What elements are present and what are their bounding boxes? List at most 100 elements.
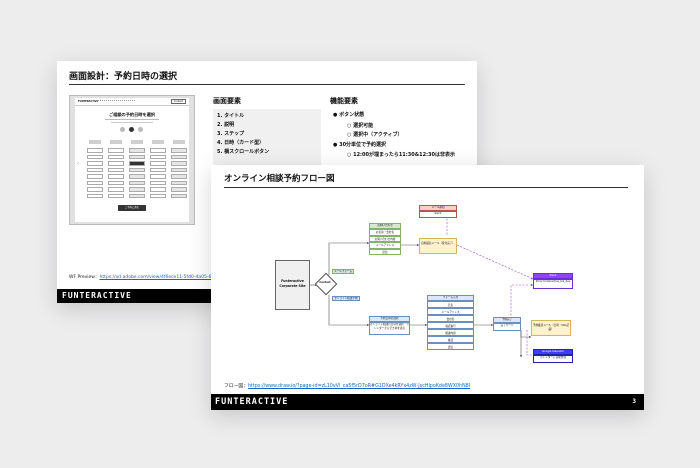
wf-time-slot bbox=[171, 187, 187, 192]
list-item: 5. 横スクロールボタン bbox=[217, 149, 270, 155]
wf-time-slot bbox=[108, 193, 124, 198]
wf-date-header bbox=[173, 140, 185, 144]
wf-time-slot bbox=[108, 154, 124, 159]
wf-time-slot bbox=[171, 167, 187, 172]
wf-time-slot bbox=[171, 148, 187, 153]
list-item: 3. ステップ bbox=[217, 131, 245, 137]
list-item: 2. 説明 bbox=[217, 122, 235, 128]
wf-time-slot bbox=[129, 148, 145, 153]
wf-step-icon bbox=[138, 127, 143, 132]
flow-list-item: 送信 bbox=[427, 343, 474, 350]
flow-list-item: メールアドレス bbox=[427, 308, 474, 315]
wf-time-slot bbox=[87, 174, 103, 179]
slide-title: 画面設計：予約日時の選択 bbox=[69, 72, 178, 82]
wf-time-slot bbox=[129, 174, 145, 179]
wf-time-slot bbox=[150, 161, 166, 166]
wf-time-slot bbox=[150, 154, 166, 159]
page-number: 3 bbox=[632, 398, 637, 405]
wf-time-slot bbox=[129, 193, 145, 198]
wf-time-slot bbox=[150, 180, 166, 185]
flow-node-decision-label: Contact bbox=[319, 281, 331, 284]
wf-step-icon bbox=[129, 127, 134, 132]
flow-node-booking-body: オンライン相談の日時を選択・カレンダーから空き枠を表示 bbox=[369, 322, 410, 335]
wireframe-canvas: FUNTERACTIVE Contact ご相談の予約日時を選択 ‹ › ご予約… bbox=[75, 98, 189, 222]
flow-list-item: 氏名 bbox=[427, 301, 474, 308]
wf-preview-caption: WF Preview：https://xd.adobe.com/view/4f6… bbox=[69, 274, 220, 280]
wf-nav-links bbox=[97, 100, 135, 103]
wf-preview-label: WF Preview： bbox=[69, 275, 100, 280]
flow-node-auto-reply: 自動返信メール（受付完了） bbox=[419, 238, 457, 254]
wf-date-header bbox=[152, 140, 164, 144]
flow-node-complete-item: 完了ページ bbox=[493, 323, 521, 331]
flow-node-site: Funteractive Corporate Site bbox=[275, 260, 310, 310]
flow-link-caption: フロー図：https://www.draw.io/?page-id=zL10vV… bbox=[224, 382, 470, 389]
wf-time-slot bbox=[171, 161, 187, 166]
footer-logo: FUNTERACTIVE bbox=[215, 397, 289, 407]
flow-list-item: 電話番号 bbox=[427, 322, 474, 329]
wf-time-slot bbox=[150, 174, 166, 179]
slide-flow-diagram: オンライン相談予約フロー図 Funteractive Corporate Sit… bbox=[211, 165, 644, 410]
wf-time-slot bbox=[87, 154, 103, 159]
wf-date-header bbox=[110, 140, 122, 144]
wf-time-slot bbox=[150, 193, 166, 198]
wf-time-slot bbox=[129, 167, 145, 172]
wf-cta-button: ご予約に進む bbox=[118, 205, 146, 211]
feature-line: ○ 12:00が埋まったら11:30&12:30は非表示 bbox=[347, 152, 456, 158]
flow-list-item: 確認 bbox=[427, 336, 474, 343]
wf-preview-link[interactable]: https://xd.adobe.com/view/4f6ece11-5fd0-… bbox=[100, 275, 220, 280]
flow-node-calendar-body: カレンダーに自動登録 bbox=[533, 355, 573, 363]
screen-elements-list: 1. タイトル 2. 説明 3. ステップ 4. 日時（カード型） 5. 横スク… bbox=[213, 109, 321, 171]
wf-time-slot bbox=[108, 167, 124, 172]
wf-description-line bbox=[111, 122, 153, 123]
wf-time-slot bbox=[108, 180, 124, 185]
wf-time-slot bbox=[87, 187, 103, 192]
title-divider bbox=[69, 84, 465, 85]
wf-time-slot bbox=[171, 154, 187, 159]
wf-nav-contact-button: Contact bbox=[170, 99, 186, 104]
wf-time-slot bbox=[87, 148, 103, 153]
wf-time-slot bbox=[171, 174, 187, 179]
feature-line: ○ 選択可能 bbox=[347, 123, 374, 129]
footer-logo: FUNTERACTIVE bbox=[62, 291, 132, 300]
wf-time-slot bbox=[87, 180, 103, 185]
wf-description-line bbox=[105, 119, 159, 120]
wf-scroll-left-icon: ‹ bbox=[77, 161, 79, 167]
wf-time-slot bbox=[108, 148, 124, 153]
flow-node-confirm-mail: 予約確認メール（日時・URL記載） bbox=[531, 320, 571, 336]
wf-time-slot bbox=[108, 187, 124, 192]
wf-time-slot bbox=[87, 161, 103, 166]
flow-branch-online-label: オンライン相談予約 bbox=[332, 296, 360, 301]
flow-node-mail-notice-item: Slack bbox=[419, 211, 457, 218]
wf-time-slot bbox=[108, 161, 124, 166]
feature-line: ● ボタン状態 bbox=[333, 112, 365, 118]
wireframe-preview[interactable]: FUNTERACTIVE Contact ご相談の予約日時を選択 ‹ › ご予約… bbox=[69, 95, 195, 225]
feature-line: ● 30分単位で予約選択 bbox=[333, 142, 387, 148]
flow-list-item: 相談内容 bbox=[427, 329, 474, 336]
wf-time-slot bbox=[87, 193, 103, 198]
features-heading: 機能要素 bbox=[330, 97, 358, 105]
wf-nav-brand: FUNTERACTIVE bbox=[78, 100, 99, 103]
flow-branch-mail-label: メールフォーム bbox=[332, 269, 354, 274]
wf-page-title: ご相談の予約日時を選択 bbox=[108, 112, 156, 117]
wf-time-slot bbox=[171, 180, 187, 185]
feature-line: ○ 選択中（アクティブ） bbox=[347, 132, 403, 138]
wf-time-slot bbox=[129, 187, 145, 192]
flow-link-label: フロー図： bbox=[224, 384, 248, 389]
wf-time-slot bbox=[171, 193, 187, 198]
wf-date-header bbox=[131, 140, 143, 144]
wf-time-slot bbox=[129, 161, 145, 166]
wf-nav-divider bbox=[75, 105, 189, 106]
list-item: 1. タイトル bbox=[217, 113, 245, 119]
wf-step-icon bbox=[120, 127, 125, 132]
wf-time-slot bbox=[150, 187, 166, 192]
wf-date-header bbox=[89, 140, 101, 144]
wf-time-slot bbox=[108, 174, 124, 179]
flow-list-item: 会社名 bbox=[427, 315, 474, 322]
footer-bar: FUNTERACTIVE 3 bbox=[211, 394, 644, 410]
screen-elements-heading: 画面要素 bbox=[213, 97, 241, 105]
wf-time-slot bbox=[150, 148, 166, 153]
flow-node-slack-body: #xxx funteractive_biz_dev bbox=[533, 279, 573, 289]
wf-time-slot bbox=[87, 167, 103, 172]
wf-time-slot bbox=[129, 180, 145, 185]
flow-link[interactable]: https://www.draw.io/?page-id=zL10vVl_ca5… bbox=[248, 384, 470, 389]
